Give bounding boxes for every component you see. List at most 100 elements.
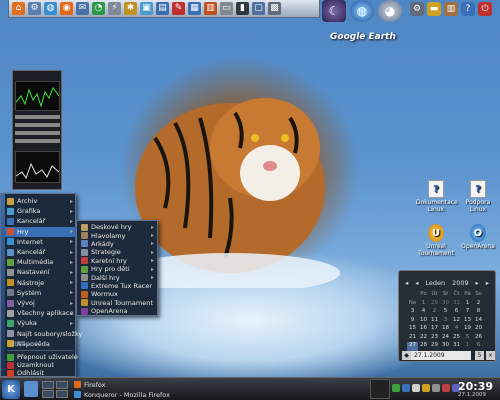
folder-icon[interactable]: ▬ <box>427 2 441 16</box>
desktop-icon-openarena[interactable]: O OpenArena <box>458 224 498 251</box>
tray-volume-icon[interactable] <box>402 384 410 392</box>
desktop-pager-3[interactable] <box>42 390 54 398</box>
calendar-day[interactable]: 1 <box>462 300 473 309</box>
calendar-day[interactable]: 22 <box>418 334 429 343</box>
tray-clipboard-icon[interactable] <box>412 384 420 392</box>
network-icon[interactable]: ⚡ <box>108 2 121 15</box>
games-submenu-item[interactable]: OpenArena <box>79 307 157 315</box>
games-submenu-item[interactable]: Další hry ▸ <box>79 273 157 282</box>
satellite-icon[interactable]: ◕ <box>378 0 402 22</box>
desktop-icon-unreal-tournament[interactable]: U Unreal Tournament <box>416 224 456 257</box>
calendar-day[interactable]: 7 <box>462 308 473 317</box>
image-icon[interactable]: ▣ <box>140 2 153 15</box>
calendar-day[interactable]: 5 <box>440 308 451 317</box>
desktop-icon-docs[interactable]: ? Dokumentace Linux <box>416 180 458 213</box>
firefox-icon[interactable]: ◉ <box>60 2 73 15</box>
calendar-day[interactable]: 2 <box>473 300 484 309</box>
calendar-day[interactable]: 31 <box>451 300 462 309</box>
mail-icon[interactable]: ✉ <box>76 2 89 15</box>
games-submenu-item[interactable]: Unreal Tournament <box>79 299 157 307</box>
games-submenu-item[interactable]: Hry pro děti ▸ <box>79 265 157 273</box>
calendar-day[interactable]: 8 <box>473 308 484 317</box>
start-menu-item[interactable]: Všechny aplikace ▸ <box>5 308 76 318</box>
games-submenu-item[interactable]: Deskové hry ▸ <box>79 223 157 231</box>
power-icon[interactable]: ⏻ <box>478 2 492 16</box>
calendar-day[interactable]: 9 <box>407 317 418 326</box>
settings-icon[interactable]: ⚙ <box>410 2 424 16</box>
presentation-icon[interactable]: ▥ <box>204 2 217 15</box>
calendar-day[interactable]: 3 <box>407 308 418 317</box>
calendar-month[interactable]: Leden <box>425 279 445 287</box>
start-menu-action[interactable]: Uzamknout <box>5 361 76 369</box>
games-submenu-item[interactable]: Arkády ▸ <box>79 240 157 248</box>
film-icon[interactable]: ▩ <box>268 2 281 15</box>
calendar-week-select[interactable]: 5 <box>475 351 484 360</box>
calendar-day[interactable]: 11 <box>429 317 440 326</box>
home-icon[interactable]: ⌂ <box>12 2 25 15</box>
prev-year-arrow[interactable]: ◂ <box>405 279 408 287</box>
games-submenu-item[interactable]: Strategie ▸ <box>79 248 157 256</box>
help-icon[interactable]: ? <box>461 2 475 16</box>
calendar-day[interactable]: 10 <box>418 317 429 326</box>
terminal-icon[interactable]: ▮ <box>236 2 249 15</box>
start-menu-item[interactable]: Grafika ▸ <box>5 206 76 216</box>
taskbar-task-browser[interactable]: Konqueror - Mozilla Firefox <box>74 390 170 399</box>
calendar-day[interactable]: 1 <box>462 342 473 351</box>
calendar-day[interactable]: 14 <box>473 317 484 326</box>
tray-network-icon[interactable] <box>392 384 400 392</box>
start-menu-action[interactable]: Přepnout uživatele <box>5 353 78 361</box>
calendar-day[interactable]: 16 <box>418 325 429 334</box>
calendar-close-button[interactable]: × <box>486 351 495 360</box>
start-menu-item[interactable]: Najít soubory/složky <box>5 329 82 339</box>
office-icon[interactable]: ▤ <box>156 2 169 15</box>
start-menu-item[interactable]: Internet ▸ <box>5 237 76 247</box>
calendar-year[interactable]: 2009 <box>452 279 469 287</box>
next-year-arrow[interactable]: ▸ <box>486 279 489 287</box>
tray-battery-icon[interactable] <box>442 384 450 392</box>
taskbar-task-firefox[interactable]: Firefox <box>74 380 106 389</box>
today-button[interactable]: ◆ <box>402 351 411 360</box>
games-submenu-item[interactable]: Hlavolamy ▸ <box>79 231 157 240</box>
calendar-day[interactable]: 28 <box>418 342 429 351</box>
pen-icon[interactable]: ✎ <box>172 2 185 15</box>
tray-update-icon[interactable] <box>422 384 430 392</box>
calendar-day[interactable]: 27 <box>407 342 418 351</box>
calendar-date-field[interactable]: 27.1.2009 <box>411 351 471 360</box>
calendar-day[interactable]: 15 <box>407 325 418 334</box>
calendar-day[interactable]: 29 <box>429 342 440 351</box>
games-submenu-item[interactable]: Karetní hry ▸ <box>79 257 157 265</box>
desktop-pager-4[interactable] <box>56 390 68 398</box>
desktop-icon-support[interactable]: ? Podpora Linux <box>458 180 498 213</box>
start-menu-item[interactable]: Nástroje ▸ <box>5 278 76 288</box>
start-menu-item[interactable]: Kancelář ▸ <box>5 216 76 226</box>
google-earth-icon[interactable]: ◍ <box>350 0 374 22</box>
calendar-day[interactable]: 21 <box>407 334 418 343</box>
calendar-day[interactable]: 24 <box>440 334 451 343</box>
next-month-arrow[interactable]: ▸ <box>476 279 479 287</box>
calendar-day[interactable]: 25 <box>451 334 462 343</box>
calendar-day[interactable]: 18 <box>440 325 451 334</box>
calendar-day[interactable]: 26 <box>473 334 484 343</box>
calendar-day[interactable]: 30 <box>440 342 451 351</box>
start-menu-item[interactable]: Multimédia ▸ <box>5 257 76 267</box>
start-menu-item[interactable]: Vývoj ▸ <box>5 298 76 308</box>
gear-icon[interactable]: ⚙ <box>28 2 41 15</box>
games-submenu-item[interactable]: Extreme Tux Racer <box>79 282 157 290</box>
calendar-day[interactable]: 17 <box>429 325 440 334</box>
calendar-day[interactable]: 30 <box>440 300 451 309</box>
calendar-day[interactable]: 4 <box>418 308 429 317</box>
calendar-day[interactable]: 6 <box>451 308 462 317</box>
tools-icon[interactable]: ✱ <box>124 2 137 15</box>
moon-icon[interactable]: ☾ <box>322 0 346 22</box>
archive-icon[interactable]: ▥ <box>444 2 458 16</box>
calendar-day[interactable]: 12 <box>451 317 462 326</box>
drive-icon[interactable]: ▭ <box>220 2 233 15</box>
calendar-day[interactable]: 31 <box>451 342 462 351</box>
start-menu-item[interactable]: Systém ▸ <box>5 288 76 298</box>
desktop-pager-1[interactable] <box>42 381 54 389</box>
monitor-icon[interactable]: ▢ <box>252 2 265 15</box>
home-folder-icon[interactable] <box>24 381 38 397</box>
calendar-day[interactable]: 13 <box>462 317 473 326</box>
calendar-day[interactable]: 20 <box>473 325 484 334</box>
calendar-day[interactable]: 23 <box>429 334 440 343</box>
